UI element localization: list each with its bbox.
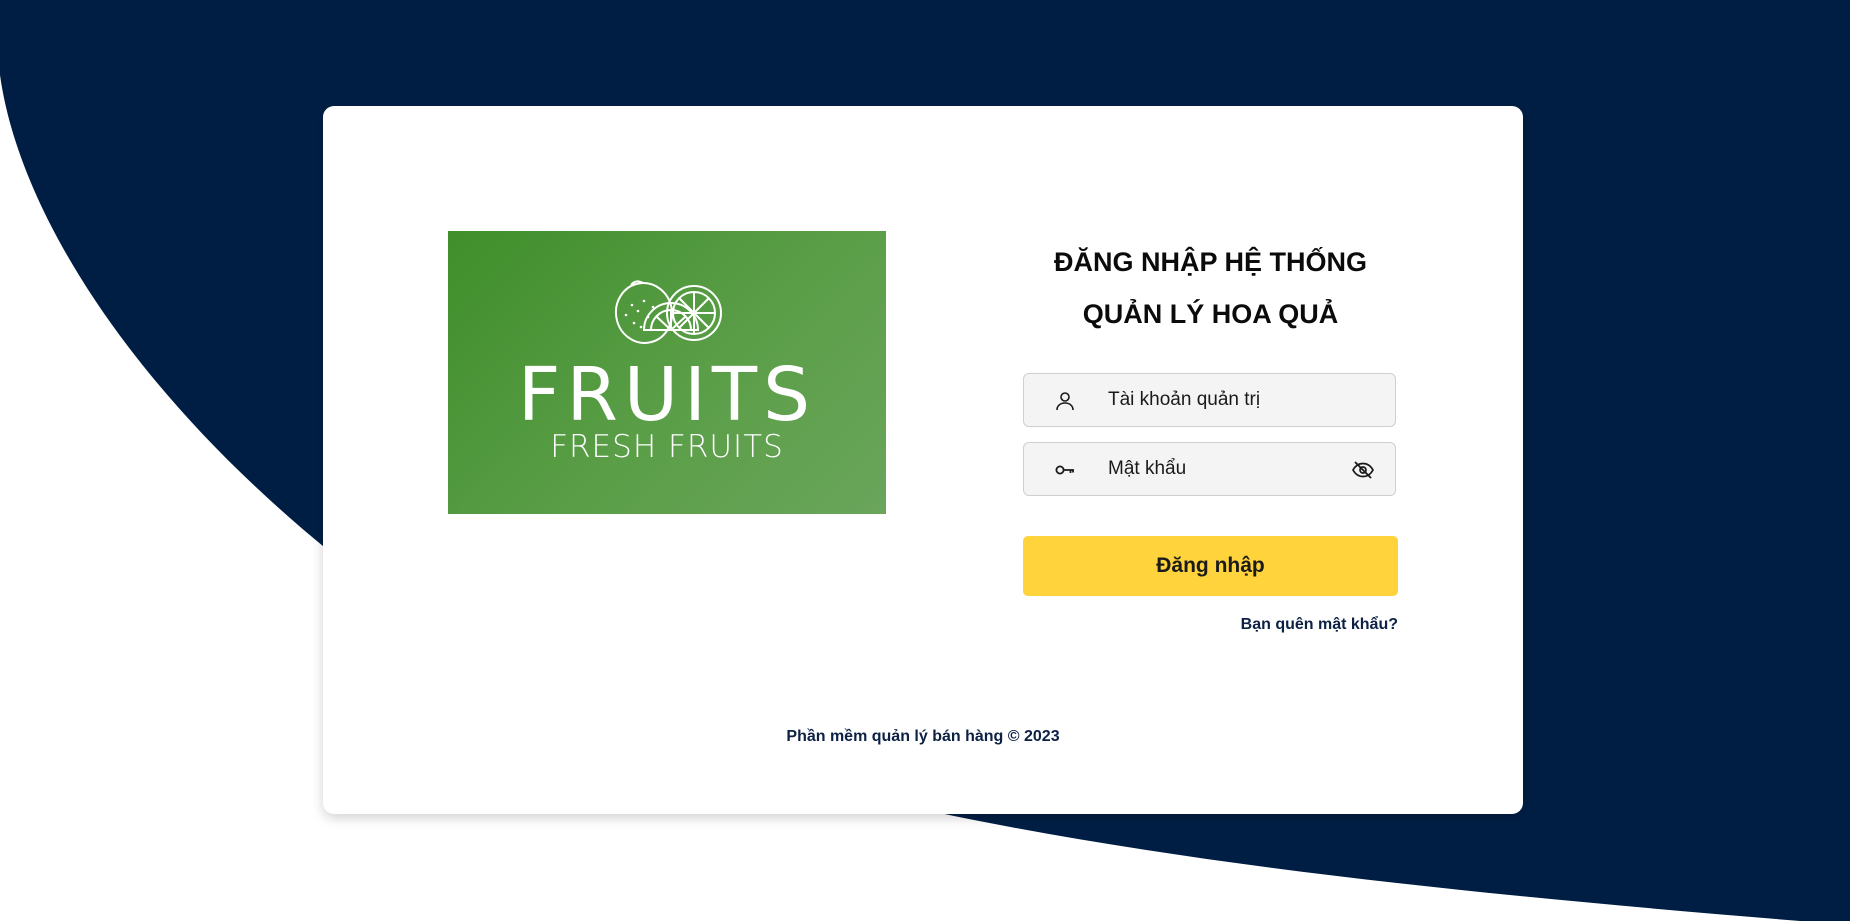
password-input[interactable] — [1108, 443, 1348, 495]
eye-slash-icon[interactable] — [1351, 458, 1375, 482]
password-field[interactable] — [1023, 442, 1396, 496]
page-title: ĐĂNG NHẬP HỆ THỐNG QUẢN LÝ HOA QUẢ — [1023, 236, 1398, 340]
key-icon — [1055, 465, 1074, 475]
logo-wordmark: FRUITS — [517, 352, 817, 438]
forgot-password-link[interactable]: Bạn quên mật khẩu? — [1023, 616, 1398, 634]
user-icon — [1056, 392, 1074, 411]
title-line-2: QUẢN LÝ HOA QUẢ — [1082, 299, 1339, 329]
login-card: FRUITS FRESH FRUITS ĐĂNG NHẬP HỆ THỐNG Q… — [323, 106, 1523, 814]
footer-copyright: Phần mềm quản lý bán hàng © 2023 — [786, 728, 1060, 745]
brand-logo: FRUITS FRESH FRUITS — [448, 231, 886, 514]
logo-subtitle: FRESH FRUITS — [550, 429, 784, 465]
username-input[interactable] — [1108, 374, 1348, 426]
username-field[interactable] — [1023, 373, 1396, 427]
login-button[interactable]: Đăng nhập — [1023, 536, 1398, 596]
title-line-1: ĐĂNG NHẬP HỆ THỐNG — [1053, 247, 1368, 277]
